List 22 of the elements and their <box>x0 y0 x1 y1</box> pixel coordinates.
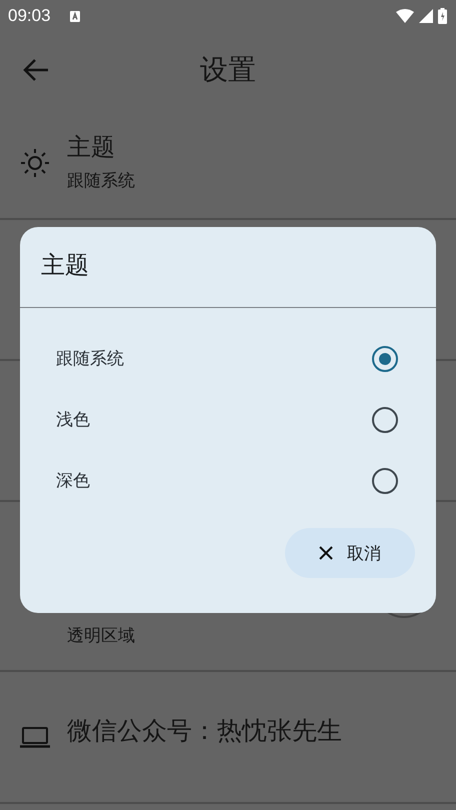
setting-title: 主题 <box>67 132 116 162</box>
sun-icon <box>20 148 50 178</box>
notification-icon <box>70 10 80 22</box>
setting-title: 微信公众号：热忱张先生 <box>67 714 342 746</box>
dialog-title: 主题 <box>20 227 436 308</box>
status-time: 09:03 <box>8 6 51 26</box>
wifi-icon <box>396 9 414 23</box>
close-icon <box>319 546 333 560</box>
setting-description: 透明区域 <box>67 625 135 647</box>
setting-value: 跟随系统 <box>67 170 135 192</box>
option-label[interactable]: 深色 <box>56 469 90 492</box>
laptop-icon <box>20 725 50 749</box>
page-title: 设置 <box>200 52 256 88</box>
radio-button[interactable] <box>372 346 398 372</box>
signal-icon <box>419 9 433 23</box>
battery-icon <box>438 8 447 24</box>
radio-button[interactable] <box>372 406 398 432</box>
cancel-button[interactable]: 取消 <box>285 528 415 578</box>
option-label[interactable]: 浅色 <box>56 408 90 431</box>
option-label[interactable]: 跟随系统 <box>56 347 124 370</box>
back-arrow-icon[interactable] <box>23 58 49 82</box>
radio-button[interactable] <box>372 468 398 494</box>
